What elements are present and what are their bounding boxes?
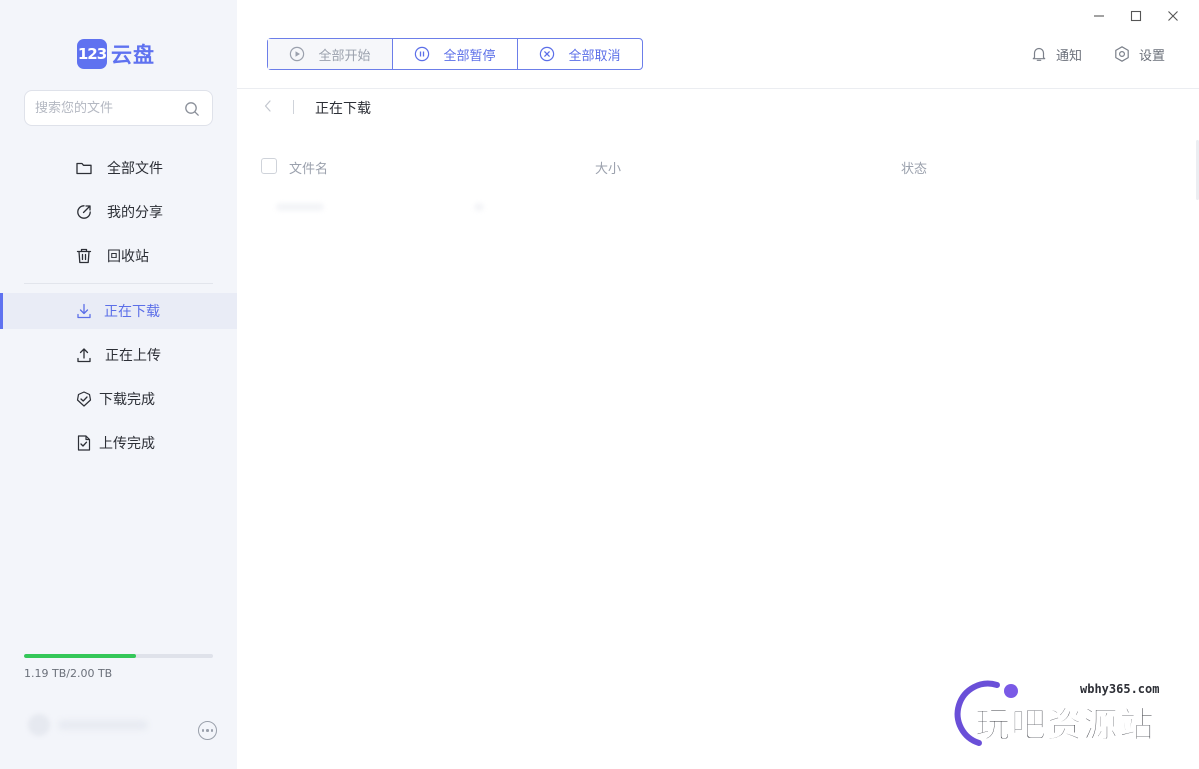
file-check-icon	[75, 434, 93, 452]
sidebar-item-label: 上传完成	[99, 436, 155, 452]
upload-icon	[75, 346, 93, 364]
more-icon[interactable]	[198, 721, 217, 740]
app-logo: 123 云盘	[77, 38, 155, 70]
minimize-button[interactable]	[1088, 5, 1110, 27]
user-name-blurred	[58, 720, 148, 730]
column-header-size[interactable]: 大小	[595, 158, 621, 177]
column-header-status[interactable]: 状态	[901, 158, 927, 177]
pause-circle-icon	[414, 46, 430, 62]
bell-icon	[1030, 45, 1048, 63]
sidebar-divider	[24, 283, 213, 284]
download-toolbar: 全部开始 全部暂停 全部取消	[267, 38, 643, 70]
empty-row-placeholder	[276, 203, 496, 215]
sidebar-item-trash[interactable]: 回收站	[0, 238, 237, 274]
storage-progress-bar	[24, 654, 213, 658]
logo-badge: 123	[77, 39, 107, 69]
storage-progress-fill	[24, 654, 137, 658]
pause-all-button[interactable]: 全部暂停	[392, 39, 517, 69]
select-all-checkbox[interactable]	[261, 158, 277, 174]
cancel-all-label: 全部取消	[568, 48, 621, 64]
header-divider	[237, 88, 1199, 89]
sidebar: 123 云盘 全部文件 我的分享 回收站 正在下载	[0, 0, 237, 769]
check-circle-icon	[75, 390, 93, 408]
close-circle-icon	[539, 46, 555, 62]
sidebar-item-label: 正在上传	[105, 348, 161, 364]
sidebar-item-uploading[interactable]: 正在上传	[0, 337, 237, 373]
notify-label: 通知	[1056, 48, 1083, 64]
sidebar-item-label: 正在下载	[104, 304, 160, 320]
back-button[interactable]	[263, 99, 277, 115]
sidebar-item-all-files[interactable]: 全部文件	[0, 150, 237, 186]
watermark: wbhy365.com 玩吧资源站	[945, 675, 1195, 765]
close-icon	[1167, 7, 1179, 26]
search-input[interactable]	[35, 99, 175, 117]
maximize-icon	[1130, 7, 1142, 26]
avatar	[28, 714, 50, 736]
start-all-button[interactable]: 全部开始	[268, 39, 392, 69]
settings-button[interactable]: 设置	[1113, 44, 1165, 64]
sidebar-item-downloading[interactable]: 正在下载	[0, 293, 237, 329]
download-icon	[75, 302, 93, 320]
sidebar-item-label: 全部文件	[107, 161, 163, 177]
sidebar-item-label: 回收站	[107, 249, 149, 265]
start-all-label: 全部开始	[318, 48, 371, 64]
settings-label: 设置	[1139, 48, 1166, 64]
sidebar-item-label: 我的分享	[107, 205, 163, 221]
search-icon[interactable]	[184, 101, 200, 117]
sidebar-item-label: 下载完成	[99, 392, 155, 408]
share-icon	[75, 203, 93, 221]
trash-icon	[75, 247, 93, 265]
chevron-left-icon	[263, 98, 273, 117]
gear-icon	[1113, 45, 1131, 63]
watermark-text: 玩吧资源站	[974, 706, 1156, 747]
sidebar-item-download-complete[interactable]: 下载完成	[0, 381, 237, 417]
close-button[interactable]	[1162, 5, 1184, 27]
play-circle-icon	[289, 46, 305, 62]
storage-text: 1.19 TB/2.00 TB	[24, 667, 113, 680]
folder-icon	[75, 159, 93, 177]
logo-text: 云盘	[111, 43, 155, 67]
pause-all-label: 全部暂停	[443, 48, 496, 64]
search-box[interactable]	[24, 90, 213, 126]
minimize-icon	[1093, 7, 1105, 26]
breadcrumb-separator	[293, 100, 294, 114]
page-title: 正在下载	[315, 101, 371, 117]
notify-button[interactable]: 通知	[1030, 44, 1082, 64]
cancel-all-button[interactable]: 全部取消	[517, 39, 642, 69]
maximize-button[interactable]	[1125, 5, 1147, 27]
column-header-filename[interactable]: 文件名	[289, 158, 328, 177]
watermark-url: wbhy365.com	[1080, 682, 1160, 696]
sidebar-item-my-share[interactable]: 我的分享	[0, 194, 237, 230]
user-profile[interactable]	[28, 710, 158, 740]
sidebar-item-upload-complete[interactable]: 上传完成	[0, 425, 237, 461]
